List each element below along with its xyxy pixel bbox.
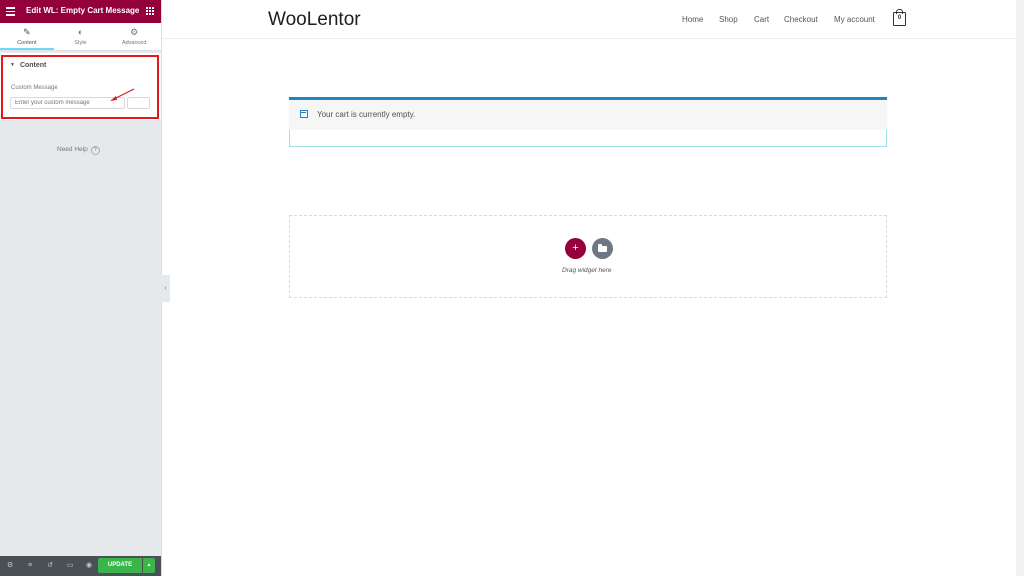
nav-shop[interactable]: Shop [719,15,738,24]
caret-down-icon: ▼ [10,62,15,68]
need-help-label: Need Help [57,146,88,153]
nav-checkout[interactable]: Checkout [784,15,818,24]
sidebar-header: Edit WL: Empty Cart Message [0,0,161,23]
header-divider [162,38,1016,39]
template-library-button[interactable] [592,238,613,259]
sidebar-title: Edit WL: Empty Cart Message [26,6,140,15]
half-circle-icon: ◐ [77,27,84,37]
need-help-link[interactable]: Need Help? [57,146,100,155]
update-options-dropdown[interactable]: ▲ [143,558,155,573]
widget-drop-zone[interactable] [289,215,887,298]
site-title[interactable]: WooLentor [268,9,361,31]
section-title: Content [19,62,47,69]
panel-tabs: ✎ Content ◐ Style ⚙ Advanced [0,23,161,51]
tab-content[interactable]: ✎ Content [0,23,54,50]
eye-icon[interactable]: ◉ [85,562,93,570]
tab-content-label: Content [17,40,37,46]
tab-advanced[interactable]: ⚙ Advanced [107,23,161,50]
info-window-icon [300,110,308,118]
cart-empty-notice: Your cart is currently empty. [289,97,887,130]
folder-icon [598,244,607,252]
tab-style[interactable]: ◐ Style [54,23,108,50]
page-scrollbar[interactable] [1016,0,1024,576]
question-icon: ? [90,146,100,155]
gear-icon: ⚙ [130,27,139,37]
update-button[interactable]: UPDATE [98,558,142,573]
pencil-icon: ✎ [23,27,31,37]
settings-icon[interactable]: ⚙ [6,562,14,570]
layers-icon[interactable]: ≡ [26,562,34,570]
history-icon[interactable]: ↺ [46,562,54,570]
cart-empty-text: Your cart is currently empty. [317,110,416,119]
cart-icon[interactable]: 0 [893,12,906,26]
nav-home[interactable]: Home [682,15,703,24]
collapse-panel-handle[interactable]: ‹ [161,275,170,302]
nav-my-account[interactable]: My account [834,15,875,24]
tab-style-label: Style [74,40,87,46]
tab-advanced-label: Advanced [121,40,147,46]
responsive-icon[interactable]: ▭ [66,562,74,570]
cart-count: 0 [897,15,902,21]
add-section-button[interactable]: + [565,238,586,259]
drag-widget-text: Drag widget here [562,267,612,274]
widgets-grid-icon[interactable] [146,7,154,15]
annotation-arrow-icon [110,88,135,101]
hamburger-menu-icon[interactable] [6,7,15,16]
custom-message-label: Custom Message [11,85,58,91]
section-toggle-content[interactable]: ▼ Content [10,62,46,69]
nav-cart[interactable]: Cart [754,15,769,24]
